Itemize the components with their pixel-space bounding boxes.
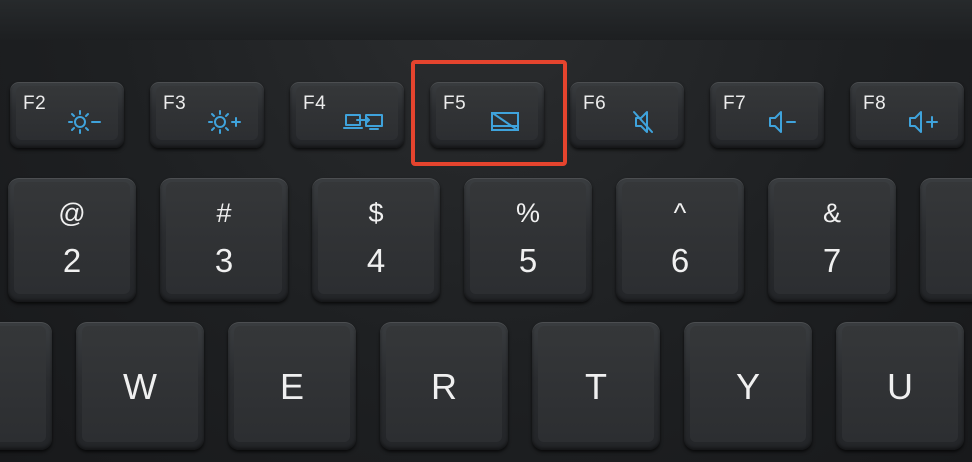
key-5-shift-label: % [515,198,540,228]
key-7-label: 7 [822,242,842,279]
key-t-label: T [585,366,607,407]
volume-up-icon [902,106,948,136]
key-4-shift-label: $ [368,198,384,228]
key-2: @ 2 [8,178,136,302]
f2-key: F2 [10,82,124,148]
f3-key-label: F3 [163,93,187,114]
f6-key-label: F6 [583,93,607,114]
key-e: E [228,322,356,450]
key-w-label: W [123,366,157,407]
key-e-label: E [279,366,304,407]
key-6: ^ 6 [616,178,744,302]
key-u-label: U [887,366,913,407]
f5-highlight-box [411,60,567,166]
key-6-label: 6 [670,242,690,279]
key-y-label: Y [735,366,760,407]
key-4-label: 4 [366,242,386,279]
f4-key-label: F4 [303,93,327,114]
keyboard-bezel [0,0,972,40]
key-3-label: 3 [214,242,234,279]
keyboard-photo: F2 F3 F4 F5 F6 F7 F8 @ 2 # 3 $ 4 % 5 ^ 6… [0,0,972,462]
key-8-partial [920,178,972,302]
mute-icon [622,106,668,136]
key-2-shift-label: @ [58,198,86,228]
key-7-shift-label: & [822,198,841,228]
f8-key: F8 [850,82,964,148]
key-u: U [836,322,964,450]
key-3-shift-label: # [216,198,232,228]
f4-key: F4 [290,82,404,148]
key-4: $ 4 [312,178,440,302]
f7-key-label: F7 [723,93,747,114]
f2-key-label: F2 [23,93,47,114]
f3-key: F3 [150,82,264,148]
key-y: Y [684,322,812,450]
key-w: W [76,322,204,450]
display-switch-icon [342,106,388,136]
key-3: # 3 [160,178,288,302]
f8-key-label: F8 [863,93,887,114]
key-t: T [532,322,660,450]
volume-down-icon [762,106,808,136]
key-r: R [380,322,508,450]
key-5: % 5 [464,178,592,302]
key-2-label: 2 [62,242,82,279]
f7-key: F7 [710,82,824,148]
brightness-down-icon [62,106,108,136]
key-6-shift-label: ^ [673,198,687,228]
f6-key: F6 [570,82,684,148]
key-5-label: 5 [518,242,538,279]
brightness-up-icon [202,106,248,136]
key-q-partial [0,322,52,450]
key-r-label: R [431,366,457,407]
key-7: & 7 [768,178,896,302]
